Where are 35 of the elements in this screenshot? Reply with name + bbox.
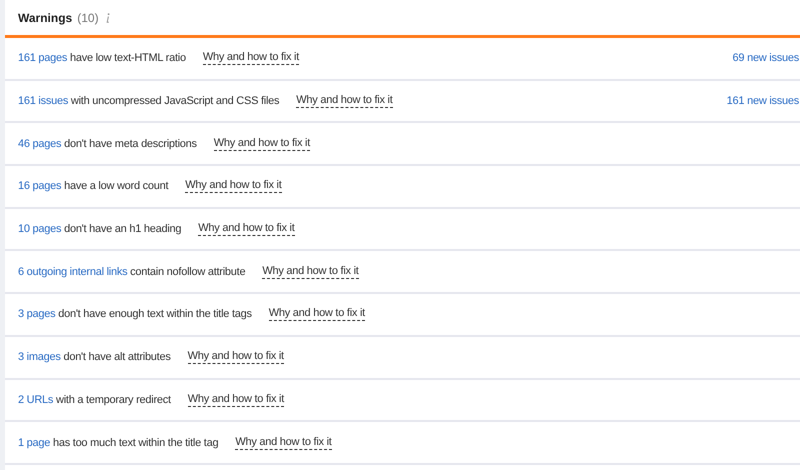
issue-link[interactable]: 161 issues bbox=[18, 95, 68, 108]
section-title: Warnings bbox=[18, 10, 72, 24]
issue-text: 6 outgoing internal links contain nofollow attribute bbox=[18, 266, 246, 278]
issue-text: 1 page has too much text within the title tag bbox=[18, 436, 218, 449]
issue-link[interactable]: 2 URLs bbox=[18, 394, 54, 406]
fix-link[interactable]: Why and how to fix it bbox=[188, 392, 284, 407]
issue-link[interactable]: 3 images bbox=[18, 351, 61, 364]
issue-link[interactable]: 1 page bbox=[18, 436, 50, 449]
warning-count: (10) bbox=[77, 10, 99, 24]
issue-link[interactable]: 46 pages bbox=[18, 138, 62, 150]
info-icon[interactable] bbox=[106, 12, 110, 22]
issue-text: 10 pages don't have an h1 heading bbox=[18, 223, 182, 236]
issue-link[interactable]: 6 outgoing internal links bbox=[18, 266, 128, 278]
new-issues-link[interactable]: 161 new issues bbox=[726, 95, 800, 108]
issue-text: 3 images don't have alt attributes bbox=[18, 351, 171, 364]
fix-link[interactable]: Why and how to fix it bbox=[202, 51, 300, 66]
issue-link[interactable]: 16 pages bbox=[18, 180, 62, 192]
issue-link[interactable]: 10 pages bbox=[18, 223, 62, 236]
issue-text: 2 URLs with a temporary redirect bbox=[18, 394, 171, 406]
issue-text: 46 pages don't have meta descriptions bbox=[18, 138, 197, 150]
issue-text: 161 pages have low text-HTML ratio bbox=[18, 52, 186, 64]
fix-link[interactable]: Why and how to fix it bbox=[214, 136, 310, 151]
issue-text: 161 issues with uncompressed JavaScript and CSS files bbox=[18, 95, 280, 108]
fix-link[interactable]: Why and how to fix it bbox=[262, 264, 359, 279]
fix-link[interactable]: Why and how to fix it bbox=[185, 179, 282, 194]
fix-link[interactable]: Why and how to fix it bbox=[268, 307, 365, 322]
issue-link[interactable]: 161 pages bbox=[18, 52, 68, 64]
fix-link[interactable]: Why and how to fix it bbox=[235, 436, 332, 450]
issue-text: 3 pages don't have enough text within the title tags bbox=[18, 308, 252, 320]
fix-link[interactable]: Why and how to fix it bbox=[188, 350, 284, 364]
fix-link[interactable]: Why and how to fix it bbox=[198, 222, 295, 236]
fix-link[interactable]: Why and how to fix it bbox=[296, 94, 393, 108]
issue-text: 16 pages have a low word count bbox=[18, 180, 168, 192]
new-issues-link[interactable]: 69 new issues bbox=[732, 52, 800, 64]
issue-link[interactable]: 3 pages bbox=[18, 308, 56, 320]
